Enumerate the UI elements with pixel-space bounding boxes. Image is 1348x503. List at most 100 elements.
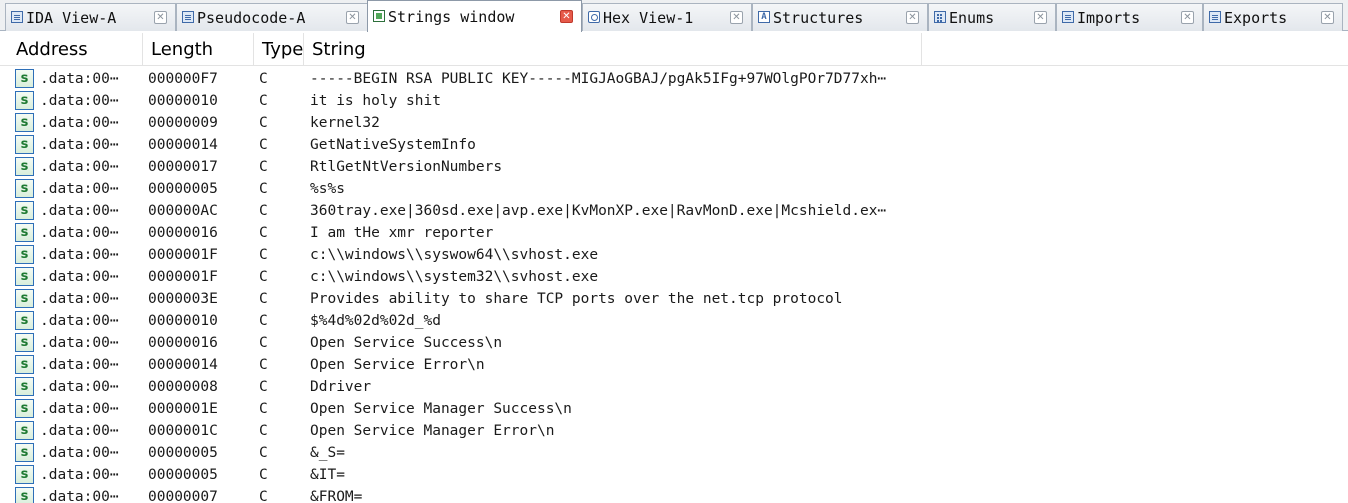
- close-icon[interactable]: ✕: [1321, 10, 1334, 24]
- length-cell: 00000008: [148, 379, 218, 395]
- close-icon[interactable]: ✕: [906, 10, 919, 24]
- tab-imports[interactable]: Imports ✕: [1056, 3, 1203, 31]
- table-row[interactable]: s .data:00⋯ 00000017 C RtlGetNtVersionNu…: [0, 156, 1348, 178]
- tab-exports[interactable]: Exports ✕: [1203, 3, 1343, 31]
- tab-bar: IDA View-A ✕ Pseudocode-A ✕ Strings wind…: [0, 0, 1348, 32]
- tab-label: Imports: [1077, 8, 1141, 27]
- length-cell: 0000001E: [148, 401, 218, 417]
- table-row[interactable]: s .data:00⋯ 0000001F C c:\\windows\\sysw…: [0, 244, 1348, 266]
- column-header-length[interactable]: Length: [143, 33, 254, 66]
- address-cell: .data:00⋯: [40, 379, 119, 395]
- table-row[interactable]: s .data:00⋯ 00000005 C &IT=: [0, 464, 1348, 486]
- string-cell: kernel32: [310, 115, 380, 131]
- table-row[interactable]: s .data:00⋯ 00000016 C I am tHe xmr repo…: [0, 222, 1348, 244]
- close-icon[interactable]: ✕: [1181, 10, 1194, 24]
- address-cell: .data:00⋯: [40, 291, 119, 307]
- tab-ida-view-a[interactable]: IDA View-A ✕: [5, 3, 176, 31]
- table-row[interactable]: s .data:00⋯ 00000007 C &FROM=: [0, 486, 1348, 503]
- table-row[interactable]: s .data:00⋯ 000000F7 C -----BEGIN RSA PU…: [0, 68, 1348, 90]
- string-cell: Provides ability to share TCP ports over…: [310, 291, 843, 307]
- string-cell: Ddriver: [310, 379, 372, 395]
- close-icon[interactable]: ✕: [560, 9, 573, 23]
- type-cell: C: [259, 313, 268, 329]
- tab-hex-view-1[interactable]: Hex View-1 ✕: [582, 3, 752, 31]
- string-icon: s: [15, 245, 34, 264]
- length-cell: 00000005: [148, 467, 218, 483]
- close-icon[interactable]: ✕: [346, 10, 359, 24]
- strings-icon: [373, 9, 385, 22]
- string-icon: s: [15, 69, 34, 88]
- table-row[interactable]: s .data:00⋯ 0000001C C Open Service Mana…: [0, 420, 1348, 442]
- string-cell: I am tHe xmr reporter: [310, 225, 494, 241]
- table-row[interactable]: s .data:00⋯ 00000014 C GetNativeSystemIn…: [0, 134, 1348, 156]
- close-icon[interactable]: ✕: [730, 10, 743, 24]
- table-row[interactable]: s .data:00⋯ 00000010 C $%4d%02d%02d_%d: [0, 310, 1348, 332]
- length-cell: 0000003E: [148, 291, 218, 307]
- table-row[interactable]: s .data:00⋯ 0000001F C c:\\windows\\syst…: [0, 266, 1348, 288]
- type-cell: C: [259, 247, 268, 263]
- tab-strings-window[interactable]: Strings window ✕: [367, 0, 582, 32]
- table-row[interactable]: s .data:00⋯ 00000016 C Open Service Succ…: [0, 332, 1348, 354]
- length-cell: 0000001C: [148, 423, 218, 439]
- table-row[interactable]: s .data:00⋯ 00000010 C it is holy shit: [0, 90, 1348, 112]
- close-icon[interactable]: ✕: [154, 10, 167, 24]
- string-icon: s: [15, 333, 34, 352]
- close-icon[interactable]: ✕: [1034, 10, 1047, 24]
- tab-label: Exports: [1224, 8, 1288, 27]
- strings-list[interactable]: s .data:00⋯ 000000F7 C -----BEGIN RSA PU…: [0, 68, 1348, 503]
- string-icon: s: [15, 399, 34, 418]
- table-row[interactable]: s .data:00⋯ 000000AC C 360tray.exe|360sd…: [0, 200, 1348, 222]
- address-cell: .data:00⋯: [40, 225, 119, 241]
- tab-pseudocode-a[interactable]: Pseudocode-A ✕: [176, 3, 368, 31]
- tab-label: Pseudocode-A: [197, 8, 306, 27]
- hex-view-icon: [588, 10, 600, 23]
- string-cell: &IT=: [310, 467, 345, 483]
- type-cell: C: [259, 181, 268, 197]
- tab-label: Structures: [773, 8, 864, 27]
- string-cell: c:\\windows\\system32\\svhost.exe: [310, 269, 599, 285]
- tab-structures[interactable]: Structures ✕: [752, 3, 928, 31]
- type-cell: C: [259, 203, 268, 219]
- length-cell: 00000010: [148, 313, 218, 329]
- string-cell: it is holy shit: [310, 93, 441, 109]
- table-row[interactable]: s .data:00⋯ 00000005 C &_S=: [0, 442, 1348, 464]
- address-cell: .data:00⋯: [40, 181, 119, 197]
- table-row[interactable]: s .data:00⋯ 00000014 C Open Service Erro…: [0, 354, 1348, 376]
- type-cell: C: [259, 445, 268, 461]
- string-icon: s: [15, 355, 34, 374]
- table-row[interactable]: s .data:00⋯ 00000005 C %s%s: [0, 178, 1348, 200]
- length-cell: 00000005: [148, 181, 218, 197]
- exports-icon: [1209, 10, 1221, 23]
- length-cell: 00000005: [148, 445, 218, 461]
- tab-label: Hex View-1: [603, 8, 694, 27]
- column-header-type[interactable]: Type: [254, 33, 304, 66]
- string-icon: s: [15, 223, 34, 242]
- type-cell: C: [259, 489, 268, 503]
- address-cell: .data:00⋯: [40, 335, 119, 351]
- string-icon: s: [15, 201, 34, 220]
- string-icon: s: [15, 289, 34, 308]
- string-icon: s: [15, 421, 34, 440]
- structures-icon: [758, 10, 770, 23]
- string-cell: c:\\windows\\syswow64\\svhost.exe: [310, 247, 599, 263]
- tab-label: IDA View-A: [26, 8, 117, 27]
- table-row[interactable]: s .data:00⋯ 00000009 C kernel32: [0, 112, 1348, 134]
- column-header-address[interactable]: Address: [8, 33, 143, 66]
- length-cell: 00000017: [148, 159, 218, 175]
- table-row[interactable]: s .data:00⋯ 00000008 C Ddriver: [0, 376, 1348, 398]
- string-cell: GetNativeSystemInfo: [310, 137, 476, 153]
- type-cell: C: [259, 115, 268, 131]
- table-row[interactable]: s .data:00⋯ 0000003E C Provides ability …: [0, 288, 1348, 310]
- column-header-string[interactable]: String: [304, 33, 922, 66]
- string-icon: s: [15, 487, 34, 503]
- address-cell: .data:00⋯: [40, 159, 119, 175]
- address-cell: .data:00⋯: [40, 93, 119, 109]
- type-cell: C: [259, 137, 268, 153]
- string-icon: s: [15, 91, 34, 110]
- table-row[interactable]: s .data:00⋯ 0000001E C Open Service Mana…: [0, 398, 1348, 420]
- string-icon: s: [15, 311, 34, 330]
- string-cell: Open Service Success\n: [310, 335, 503, 351]
- address-cell: .data:00⋯: [40, 467, 119, 483]
- tab-enums[interactable]: Enums ✕: [928, 3, 1056, 31]
- string-icon: s: [15, 113, 34, 132]
